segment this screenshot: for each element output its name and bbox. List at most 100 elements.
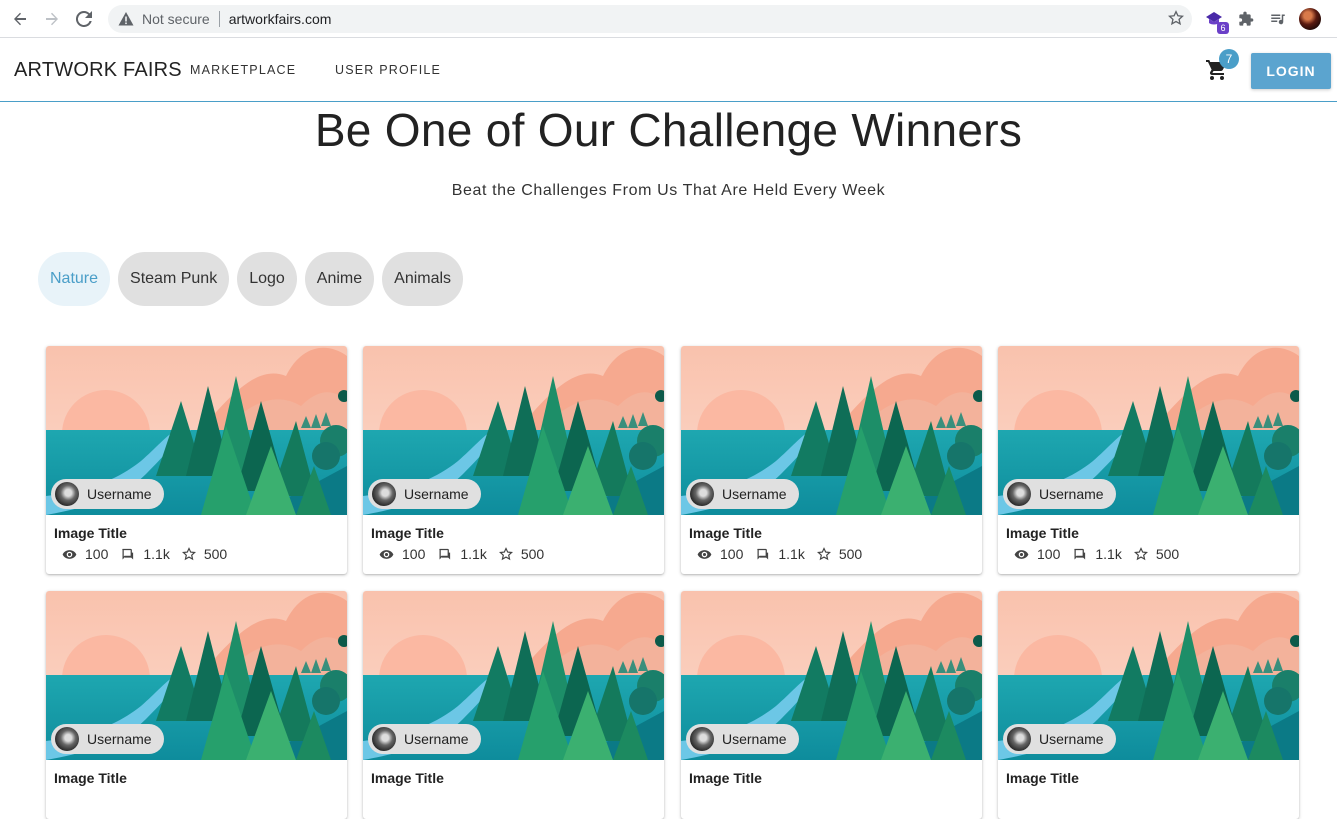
security-label: Not secure <box>142 11 210 27</box>
views-count: 100 <box>720 546 744 562</box>
eye-icon <box>1014 549 1029 559</box>
artwork-card[interactable]: Username Image Title <box>681 591 982 819</box>
artwork-title: Image Title <box>54 770 127 786</box>
artwork-card[interactable]: Username Image Title 100 1.1k 500 <box>46 346 347 574</box>
profile-avatar[interactable] <box>1299 8 1321 30</box>
login-button[interactable]: LOGIN <box>1251 53 1331 89</box>
chip-nature[interactable]: Nature <box>38 252 111 306</box>
reload-icon <box>76 10 92 27</box>
avatar <box>690 727 714 751</box>
user-chip[interactable]: Username <box>686 479 799 509</box>
media-button[interactable] <box>1267 8 1289 30</box>
artwork-card[interactable]: Username Image Title <box>363 591 664 819</box>
chip-anime[interactable]: Anime <box>304 252 375 306</box>
user-chip[interactable]: Username <box>51 724 164 754</box>
user-chip[interactable]: Username <box>368 724 481 754</box>
forward-button[interactable] <box>37 4 67 34</box>
page-title: Be One of Our Challenge Winners <box>314 104 1023 156</box>
stars-count: 500 <box>203 546 228 562</box>
stars-count: 500 <box>1155 546 1180 562</box>
eye-icon <box>697 549 712 559</box>
artwork-card[interactable]: Username Image Title 100 1.1k 500 <box>998 346 1299 574</box>
comment-icon <box>757 548 769 559</box>
warning-icon[interactable] <box>118 11 134 27</box>
views-count: 100 <box>85 546 109 562</box>
page-subtitle: Beat the Challenges From Us That Are Hel… <box>451 182 886 199</box>
cart-count-badge: 7 <box>1219 49 1239 69</box>
extension-button[interactable]: 6 <box>1203 8 1229 34</box>
artwork-stats: 100 1.1k 500 <box>62 546 239 562</box>
artwork-stats: 100 1.1k 500 <box>379 546 556 562</box>
username: Username <box>404 731 469 747</box>
browser-toolbar: Not secure artworkfairs.com 6 <box>0 0 1337 38</box>
forward-arrow-icon <box>46 12 58 25</box>
artwork-card[interactable]: Username Image Title <box>46 591 347 819</box>
avatar <box>690 482 714 506</box>
username: Username <box>404 486 469 502</box>
stars-count: 500 <box>520 546 545 562</box>
chip-animals[interactable]: Animals <box>382 252 464 306</box>
url-text[interactable]: artworkfairs.com <box>229 11 332 27</box>
eye-icon <box>379 549 394 559</box>
extensions-button[interactable] <box>1235 8 1257 30</box>
artwork-title: Image Title <box>54 525 127 541</box>
artwork-title: Image Title <box>689 525 762 541</box>
comments-count: 1.1k <box>1095 546 1122 562</box>
separator <box>218 11 220 27</box>
username: Username <box>1039 486 1104 502</box>
artwork-card[interactable]: Username Image Title <box>998 591 1299 819</box>
username: Username <box>1039 731 1104 747</box>
avatar <box>372 727 396 751</box>
avatar <box>55 482 79 506</box>
artwork-title: Image Title <box>371 525 444 541</box>
user-chip[interactable]: Username <box>1003 479 1116 509</box>
avatar <box>55 727 79 751</box>
nav-marketplace[interactable]: MARKETPLACE <box>190 63 296 77</box>
avatar <box>372 482 396 506</box>
artwork-card[interactable]: Username Image Title 100 1.1k 500 <box>363 346 664 574</box>
chip-logo[interactable]: Logo <box>237 252 297 306</box>
playlist-icon <box>1271 14 1285 25</box>
stars-count: 500 <box>838 546 863 562</box>
chip-steam-punk[interactable]: Steam Punk <box>118 252 230 306</box>
artwork-card[interactable]: Username Image Title 100 1.1k 500 <box>681 346 982 574</box>
puzzle-icon <box>1239 11 1254 26</box>
star-icon <box>1133 547 1148 561</box>
views-count: 100 <box>402 546 426 562</box>
back-button[interactable] <box>5 4 35 34</box>
artwork-stats: 100 1.1k 500 <box>1014 546 1191 562</box>
comments-count: 1.1k <box>460 546 487 562</box>
artwork-title: Image Title <box>1006 525 1079 541</box>
star-icon <box>498 547 513 561</box>
back-arrow-icon <box>14 12 26 25</box>
artwork-stats: 100 1.1k 500 <box>697 546 874 562</box>
eye-icon <box>62 549 77 559</box>
comment-icon <box>439 548 451 559</box>
username: Username <box>722 486 787 502</box>
comments-count: 1.1k <box>143 546 170 562</box>
username: Username <box>87 731 152 747</box>
avatar <box>1007 482 1031 506</box>
brand-logo[interactable]: ARTWORK FAIRS <box>14 59 182 82</box>
bookmark-star-icon[interactable] <box>1168 10 1184 26</box>
comment-icon <box>1074 548 1086 559</box>
username: Username <box>722 731 787 747</box>
user-chip[interactable]: Username <box>51 479 164 509</box>
star-icon <box>816 547 831 561</box>
extension-badge: 6 <box>1217 22 1229 34</box>
reload-button[interactable] <box>69 4 99 34</box>
comments-count: 1.1k <box>778 546 805 562</box>
nav-user-profile[interactable]: USER PROFILE <box>335 63 441 77</box>
user-chip[interactable]: Username <box>368 479 481 509</box>
user-chip[interactable]: Username <box>686 724 799 754</box>
app-header: ARTWORK FAIRS MARKETPLACE USER PROFILE 7… <box>0 38 1337 102</box>
avatar <box>1007 727 1031 751</box>
category-chips: Nature Steam Punk Logo Anime Animals <box>38 252 464 306</box>
artwork-title: Image Title <box>689 770 762 786</box>
star-icon <box>181 547 196 561</box>
artwork-title: Image Title <box>1006 770 1079 786</box>
comment-icon <box>122 548 134 559</box>
username: Username <box>87 486 152 502</box>
user-chip[interactable]: Username <box>1003 724 1116 754</box>
address-bar[interactable]: Not secure artworkfairs.com <box>108 5 1192 33</box>
